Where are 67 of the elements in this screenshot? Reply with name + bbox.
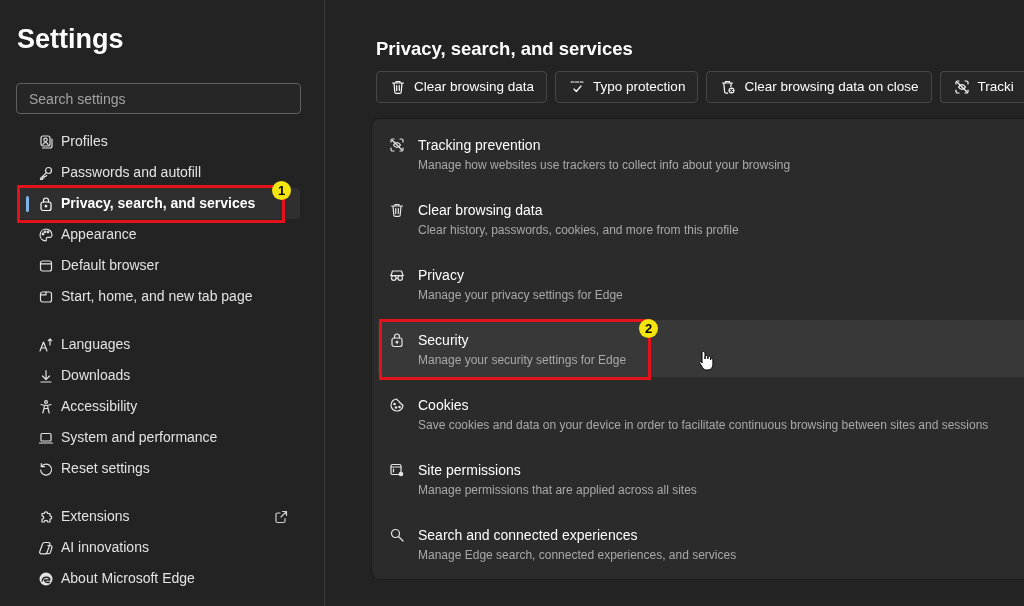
palette-icon [38, 226, 54, 243]
nav-item[interactable]: Default browser [18, 250, 300, 281]
nav-item[interactable]: Languages [18, 329, 300, 360]
row-title: Search and connected experiences [418, 526, 638, 544]
row-description: Manage permissions that are applied across all sites [418, 482, 697, 498]
trash-icon [390, 79, 406, 95]
overlapping-shapes-icon [38, 539, 54, 556]
search-field[interactable]: Search settings [16, 83, 301, 114]
settings-row[interactable]: Tracking prevention Manage how websites use trackers to collect info about your browsing [378, 125, 1024, 182]
nav-item[interactable]: Start, home, and new tab page [18, 281, 300, 312]
lock-icon [389, 332, 405, 348]
nav-item[interactable]: Profiles [18, 126, 300, 157]
settings-row[interactable]: Site permissions Manage permissions that are applied across all sites [378, 450, 1024, 507]
glasses-icon [389, 267, 405, 283]
browser-window-icon [38, 257, 54, 274]
download-icon [38, 367, 54, 384]
puzzle-icon [38, 508, 54, 525]
eye-slash-icon [953, 79, 970, 95]
settings-row[interactable]: Clear browsing data Clear history, passwords, cookies, and more from this profile [378, 190, 1024, 247]
nav-item[interactable]: Appearance [18, 219, 300, 250]
row-title: Site permissions [418, 461, 521, 479]
nav-item[interactable]: Accessibility [18, 391, 300, 422]
check-icon [569, 79, 586, 95]
lock-icon [38, 195, 54, 212]
row-title: Clear browsing data [418, 201, 543, 219]
translate-icon [38, 336, 54, 353]
page-heading: Privacy, search, and services [376, 37, 633, 61]
nav-item[interactable]: Extensions [18, 501, 300, 532]
window-gear-icon [389, 462, 405, 478]
nav-item[interactable]: Downloads [18, 360, 300, 391]
row-title: Cookies [418, 396, 469, 414]
quick-link-button[interactable]: Typo protection [555, 71, 699, 103]
tab-page-icon [38, 288, 54, 305]
trash-with-x-icon [720, 79, 737, 95]
settings-row[interactable]: Privacy Manage your privacy settings for Edge [378, 255, 1024, 312]
hand-cursor-icon [699, 350, 714, 372]
nav-item[interactable]: About Microsoft Edge [18, 563, 300, 594]
nav-item[interactable]: Reset settings [18, 453, 300, 484]
row-title: Security [418, 331, 469, 349]
row-description: Manage your privacy settings for Edge [418, 287, 623, 303]
row-description: Manage how websites use trackers to collect info about your browsing [418, 157, 791, 173]
quick-link-button[interactable]: Tracki [939, 71, 1024, 103]
row-description: Save cookies and data on your device in order to facilitate continuous browsing between sites and sessions [418, 417, 989, 433]
row-title: Privacy [418, 266, 464, 284]
active-indicator [26, 195, 29, 212]
key-icon [38, 164, 54, 181]
quick-link-button[interactable]: Clear browsing data on close [706, 71, 932, 103]
profile-icon [38, 133, 54, 150]
eye-slash-icon [389, 137, 405, 153]
row-description: Manage Edge search, connected experiences, and services [418, 547, 737, 563]
settings-row[interactable]: Cookies Save cookies and data on your device in order to facilitate continuous browsing between sites and sessions [378, 385, 1024, 442]
trash-icon [389, 202, 405, 218]
accessibility-icon [38, 398, 54, 415]
settings-row[interactable]: Search and connected experiences Manage Edge search, connected experiences, and services [378, 515, 1024, 572]
nav-item[interactable]: System and performance [18, 422, 300, 453]
row-title: Tracking prevention [418, 136, 541, 154]
step-marker: 2 [639, 319, 658, 338]
settings-title: Settings [17, 23, 125, 56]
browser-logo-icon [38, 570, 54, 587]
row-description: Manage your security settings for Edge [418, 352, 627, 368]
reset-icon [38, 460, 54, 477]
cookie-icon [389, 397, 405, 413]
settings-row[interactable]: Security Manage your security settings for Edge 2 [378, 320, 1024, 377]
search-icon [389, 527, 405, 543]
quick-link-button[interactable]: Clear browsing data [376, 71, 548, 103]
nav-item[interactable]: AI innovations [18, 532, 300, 563]
row-description: Clear history, passwords, cookies, and more from this profile [418, 222, 739, 238]
